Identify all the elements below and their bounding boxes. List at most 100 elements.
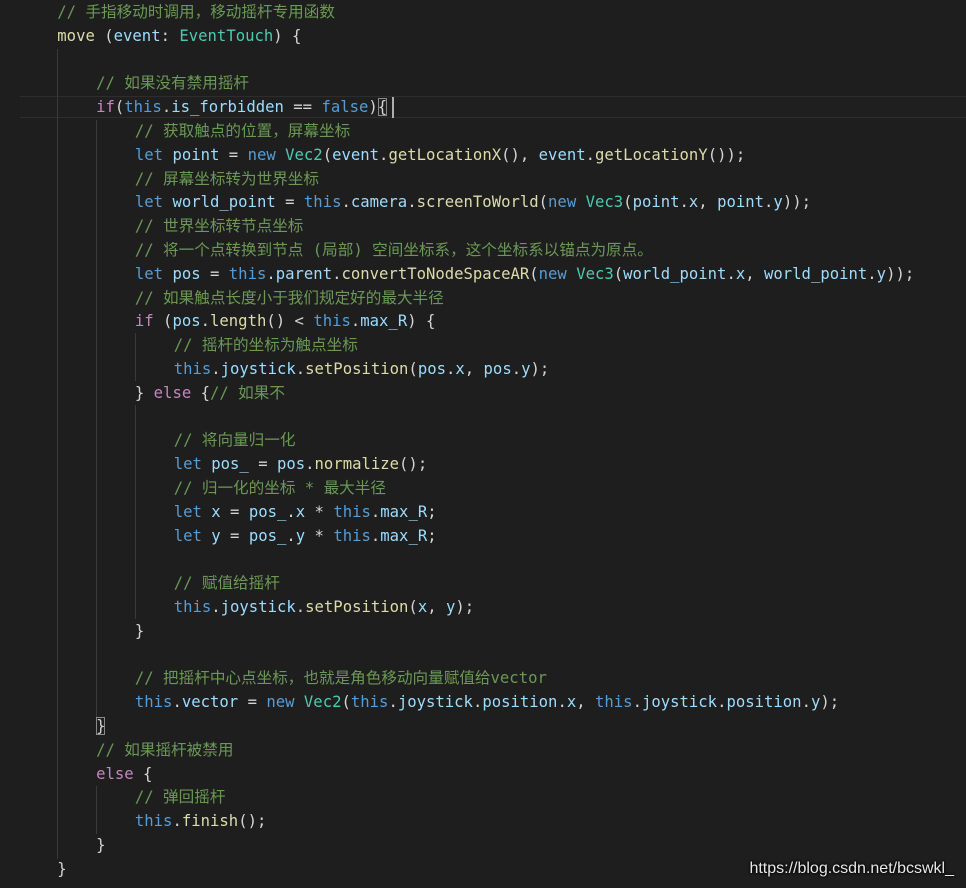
code-token-control: else (153, 383, 192, 402)
code-token-var: vector (181, 693, 239, 712)
code-token-punc: . (161, 98, 172, 117)
code-token-punc: . (286, 502, 296, 521)
code-line[interactable]: let pos = this.parent.convertToNodeSpace… (135, 263, 914, 287)
code-token-keyword: this (303, 193, 342, 212)
code-line[interactable]: // 获取触点的位置，屏幕坐标 (135, 120, 350, 144)
code-token-type: Vec2 (303, 693, 342, 712)
code-token-comment: // 屏幕坐标转为世界坐标 (134, 169, 319, 188)
code-token-punc: , (427, 598, 446, 616)
code-editor[interactable]: // 手指移动时调用，移动摇杆专用函数 move (event: EventTou… (0, 0, 966, 888)
code-token-var: point (172, 145, 220, 164)
code-line[interactable]: } (135, 620, 144, 644)
code-line[interactable]: this.joystick.setPosition(x, y); (174, 596, 474, 620)
code-token-punc: = (219, 145, 248, 164)
code-line[interactable]: } else {// 如果不 (135, 382, 285, 406)
code-token-punc: )); (782, 193, 811, 212)
code-line[interactable]: // 屏幕坐标转为世界坐标 (135, 168, 319, 192)
code-token-punc: . (295, 360, 306, 378)
code-token-var: joystick (220, 598, 296, 616)
code-token-punc: * (305, 526, 334, 545)
code-token-keyword: this (333, 502, 371, 521)
code-token-bracket: { (377, 98, 388, 117)
code-token-control: if (96, 98, 115, 117)
code-token-punc: . (679, 193, 689, 212)
code-token-var: x (211, 502, 221, 521)
code-token-var: joystick (641, 693, 718, 712)
code-token-func: normalize (314, 455, 400, 474)
code-token-punc (295, 693, 304, 711)
code-line[interactable]: move (event: EventTouch) { (57, 25, 301, 49)
watermark-url: https://blog.csdn.net/bcswkl_ (749, 860, 954, 877)
code-token-var: is_forbidden (171, 98, 284, 117)
code-line[interactable]: // 如果触点长度小于我们规定好的最大半径 (135, 287, 444, 311)
code-token-keyword: this (173, 360, 212, 378)
code-token-punc: . (172, 812, 182, 831)
code-token-punc: == (283, 98, 322, 117)
code-line[interactable]: let x = pos_.x * this.max_R; (174, 501, 437, 525)
code-token-punc: ()); (707, 145, 746, 164)
code-token-punc: ( (538, 193, 549, 212)
code-line[interactable]: // 归一化的坐标 * 最大半径 (174, 477, 386, 501)
indent-guide (135, 333, 136, 381)
code-line[interactable]: this.finish(); (135, 810, 266, 834)
code-token-var: x (417, 598, 428, 616)
code-token-var: pos_ (248, 526, 287, 545)
code-line[interactable]: if (pos.length() < this.max_R) { (135, 310, 436, 334)
code-line[interactable]: // 如果没有禁用摇杆 (96, 72, 249, 96)
code-token-punc: (); (238, 812, 267, 831)
code-line[interactable]: this.joystick.setPosition(pos.x, pos.y); (174, 358, 550, 382)
code-line[interactable]: // 如果摇杆被禁用 (96, 739, 233, 763)
code-token-comment: // 如果没有禁用摇杆 (96, 74, 250, 93)
code-token-var: x (688, 193, 699, 212)
code-line[interactable]: let pos_ = pos.normalize(); (174, 453, 428, 477)
code-token-keyword: this (595, 693, 633, 712)
code-token-punc: = (220, 502, 249, 521)
code-token-punc: . (764, 193, 774, 212)
code-line[interactable]: let world_point = this.camera.screenToWo… (135, 191, 811, 215)
code-token-var: pos_ (248, 502, 287, 521)
code-token-comment: // 如果触点长度小于我们规定好的最大半径 (134, 288, 444, 307)
code-token-var: x (735, 264, 746, 283)
code-token-punc: . (341, 193, 351, 212)
code-token-keyword: this (333, 526, 371, 545)
code-token-punc: . (726, 264, 736, 283)
code-line[interactable]: // 将向量归一化 (174, 429, 296, 453)
code-line[interactable]: // 赋值给摇杆 (174, 572, 280, 596)
code-token-comment: // 获取触点的位置，屏幕坐标 (134, 122, 351, 140)
code-line[interactable]: else { (96, 763, 152, 787)
code-line[interactable]: if(this.is_forbidden == false){ (96, 96, 388, 120)
code-token-punc: ; (427, 502, 437, 521)
code-line[interactable]: // 手指移动时调用，移动摇杆专用函数 (57, 1, 335, 25)
code-token-punc: . (511, 360, 522, 378)
code-token-punc: ( (322, 145, 333, 164)
code-token-keyword: this (228, 264, 267, 283)
code-token-comment: // 摇杆的坐标为触点坐标 (173, 336, 358, 355)
code-token-punc: . (211, 360, 221, 378)
code-token-var: y (773, 193, 783, 212)
code-line[interactable]: // 弹回摇杆 (135, 786, 226, 810)
code-line[interactable]: let point = new Vec2(event.getLocationX(… (135, 144, 745, 168)
code-token-var: joystick (220, 360, 296, 378)
code-token-punc: . (286, 526, 296, 545)
code-token-punc: . (172, 693, 182, 712)
code-line[interactable]: } (96, 715, 106, 739)
code-line[interactable]: // 把摇杆中心点坐标，也就是角色移动向量赋值给vector (135, 667, 547, 691)
code-line[interactable]: // 世界坐标转节点坐标 (135, 215, 304, 239)
code-line[interactable]: // 摇杆的坐标为触点坐标 (174, 334, 358, 358)
code-line[interactable]: let y = pos_.y * this.max_R; (174, 525, 437, 549)
code-token-var: position (726, 693, 802, 712)
code-token-punc (202, 455, 211, 473)
code-token-punc: } (57, 859, 67, 878)
code-token-var: pos (172, 312, 201, 331)
code-token-punc: = (248, 455, 277, 474)
code-token-keyword: let (134, 264, 164, 283)
code-line[interactable]: this.vector = new Vec2(this.joystick.pos… (135, 691, 839, 715)
code-line[interactable]: // 将一个点转换到节点 (局部) 空间坐标系，这个坐标系以锚点为原点。 (135, 239, 653, 263)
indent-guide (57, 49, 58, 859)
code-token-punc: . (472, 693, 483, 712)
code-token-keyword: this (173, 598, 212, 616)
code-line[interactable]: } (57, 858, 66, 882)
code-line[interactable]: } (96, 834, 105, 858)
code-token-keyword: new (548, 193, 577, 212)
code-token-bracket: } (96, 717, 106, 735)
